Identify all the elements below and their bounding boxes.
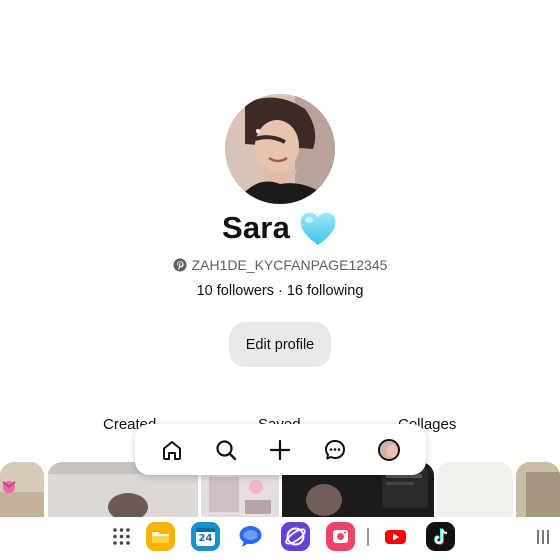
pinterest-profile-screen: Sara ZAH1DE_KYCFANPAGE12345 10 followers… <box>0 0 560 560</box>
profile-name: Sara <box>221 210 291 245</box>
pin-thumbnail[interactable] <box>516 462 560 517</box>
screen-recorder-app-icon[interactable] <box>326 522 355 551</box>
internet-app-icon[interactable] <box>281 522 310 551</box>
plus-icon[interactable] <box>265 435 295 465</box>
system-taskbar <box>0 517 560 560</box>
home-icon[interactable] <box>157 435 187 465</box>
tiktok-app-icon[interactable] <box>426 522 455 551</box>
pin-thumbnail[interactable] <box>0 462 44 517</box>
calendar-app-icon[interactable]: 24 <box>191 522 220 551</box>
messages-icon[interactable] <box>320 435 350 465</box>
profile-name-row: Sara <box>0 208 560 248</box>
messages-app-icon[interactable] <box>236 522 265 551</box>
youtube-app-icon[interactable] <box>381 522 410 551</box>
nav-profile-photo <box>377 438 400 461</box>
calendar-date: 24 <box>198 533 213 544</box>
files-app-icon[interactable] <box>146 522 175 551</box>
pin-thumbnail[interactable] <box>436 462 513 517</box>
light-blue-heart-icon <box>298 209 338 247</box>
username-text: ZAH1DE_KYCFANPAGE12345 <box>191 257 388 273</box>
follow-stats[interactable]: 10 followers · 16 following <box>0 282 560 300</box>
profile-photo <box>225 94 335 204</box>
profile-avatar[interactable] <box>225 94 335 204</box>
taskbar-divider <box>367 528 369 546</box>
profile-avatar-icon[interactable] <box>374 435 404 465</box>
followers-count[interactable]: 10 followers <box>197 283 274 299</box>
stats-separator: · <box>277 283 283 299</box>
recents-icon[interactable] <box>536 529 550 545</box>
edit-profile-button[interactable]: Edit profile <box>229 322 331 367</box>
following-count[interactable]: 16 following <box>287 283 364 299</box>
app-drawer-icon[interactable] <box>107 522 136 551</box>
bottom-navigation-bar <box>135 424 426 475</box>
search-icon[interactable] <box>211 435 241 465</box>
pinterest-logo-icon <box>173 258 187 272</box>
username-row: ZAH1DE_KYCFANPAGE12345 <box>0 256 560 274</box>
